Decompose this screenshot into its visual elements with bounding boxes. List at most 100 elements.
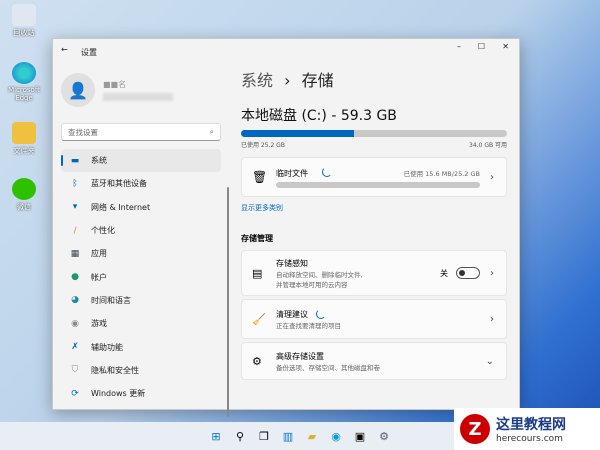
temp-files-card[interactable]: 🗑 临时文件 已使用 15.6 MB/25.2 GB › [241, 157, 507, 197]
broom-icon: 🧹 [252, 312, 266, 326]
wechat-icon [12, 178, 36, 200]
desktop-icon-wechat[interactable]: 微信 [4, 178, 44, 212]
advanced-storage-settings-card[interactable]: ⚙ 高级存储设置 备份选项、存储空间、其他磁盘和卷 ⌄ [241, 342, 507, 380]
nav-item-gaming[interactable]: ◉ 游戏 [61, 312, 221, 335]
watermark-logo: Z 这里教程网 herecours.com [454, 408, 600, 450]
file-explorer-icon[interactable]: ▰ [303, 427, 321, 445]
nav-item-network[interactable]: ▾ 网络 & Internet [61, 196, 221, 219]
storage-icon: ▤ [252, 266, 263, 280]
disk-title: 本地磁盘 (C:) - 59.3 GB [241, 108, 397, 124]
storage-sense-toggle[interactable] [456, 267, 480, 279]
shield-icon: ⛉ [71, 365, 79, 376]
nav-item-privacy[interactable]: ⛉ 隐私和安全性 [61, 359, 221, 382]
nav-item-accessibility[interactable]: ✗ 辅助功能 [61, 335, 221, 358]
nav-label: 帐户 [91, 272, 107, 282]
desktop-icon-edge[interactable]: Microsoft Edge [4, 62, 44, 102]
breadcrumb-system[interactable]: 系统 [241, 71, 273, 90]
folder-icon [12, 122, 36, 144]
title-bar: ← 设置 – ☐ ✕ [53, 39, 519, 61]
label: 文件夹 [13, 147, 35, 155]
nav-label: 网络 & Internet [91, 202, 151, 212]
close-button[interactable]: ✕ [502, 42, 509, 51]
widgets-icon[interactable]: ▥ [279, 427, 297, 445]
wifi-icon: ▾ [72, 202, 78, 213]
watermark-name: 这里教程网 [496, 417, 566, 433]
nav-label: 个性化 [91, 226, 115, 236]
gamepad-icon: ◉ [71, 318, 79, 329]
search-placeholder: 查找设置 [68, 127, 98, 137]
nav-label: 隐私和安全性 [91, 365, 139, 375]
user-profile[interactable]: 👤 ■■名 [61, 67, 221, 113]
disk-usage-bar [241, 130, 507, 137]
edge-icon [12, 62, 36, 84]
advanced-desc: 备份选项、存储空间、其他磁盘和卷 [276, 363, 380, 372]
nav-item-windows-update[interactable]: ⟳ Windows 更新 [61, 382, 221, 405]
temp-files-label: 临时文件 [276, 169, 308, 178]
desktop-icon-recycle-bin[interactable]: 回收站 [4, 4, 44, 38]
task-view-icon[interactable]: ❐ [255, 427, 273, 445]
label: 回收站 [13, 29, 35, 37]
sidebar: 👤 ■■名 查找设置 ⌕ ▬ 系统 ᛒ 蓝牙和其他设备 ▾ 网络 & Internet … [61, 67, 229, 417]
loading-spinner-icon [322, 167, 332, 177]
nav-label: 蓝牙和其他设备 [91, 179, 147, 189]
advanced-title: 高级存储设置 [276, 351, 324, 361]
nav-item-accounts[interactable]: ● 帐户 [61, 265, 221, 288]
store-icon[interactable]: ▣ [351, 427, 369, 445]
search-input[interactable]: 查找设置 ⌕ [61, 123, 221, 141]
nav-label: 应用 [91, 249, 107, 259]
nav-item-personalization[interactable]: / 个性化 [61, 219, 221, 242]
user-name: ■■名 [103, 80, 127, 89]
disk-usage-fill [241, 130, 355, 137]
nav-item-bluetooth[interactable]: ᛒ 蓝牙和其他设备 [61, 172, 221, 195]
search-icon[interactable]: ⚲ [231, 427, 249, 445]
storage-sense-desc-1: 自动释放空间、删除临时文件, [276, 270, 363, 279]
toggle-state-label: 关 [440, 268, 448, 278]
nav-item-time-language[interactable]: ◕ 时间和语言 [61, 289, 221, 312]
cleanup-desc: 正在查找要清理的项目 [276, 321, 341, 330]
nav-item-system[interactable]: ▬ 系统 [61, 149, 221, 173]
minimize-button[interactable]: – [457, 42, 461, 51]
breadcrumb: 系统 › 存储 [241, 67, 507, 97]
search-icon: ⌕ [209, 127, 214, 136]
storage-sense-card[interactable]: ▤ 存储感知 自动释放空间、删除临时文件, 并管理本地可用的云内容 关 › [241, 250, 507, 296]
cleanup-recommendations-card[interactable]: 🧹 清理建议 正在查找要清理的项目 › [241, 299, 507, 339]
accessibility-icon: ✗ [71, 342, 79, 353]
cleanup-title: 清理建议 [276, 309, 308, 319]
main-content: 系统 › 存储 本地磁盘 (C:) - 59.3 GB 已使用 25.2 GB 3… [241, 67, 507, 383]
nav-label: 时间和语言 [91, 295, 131, 305]
brush-icon: / [73, 225, 77, 236]
storage-sense-title: 存储感知 [276, 258, 308, 268]
disk-free: 34.0 GB 可用 [469, 142, 507, 149]
gear-icon: ⚙ [252, 354, 262, 368]
maximize-button[interactable]: ☐ [478, 42, 485, 51]
chevron-right-icon: › [490, 171, 494, 183]
temp-files-usage: 已使用 15.6 MB/25.2 GB [403, 170, 480, 178]
user-email-blurred [103, 93, 173, 101]
bluetooth-icon: ᛒ [72, 178, 78, 189]
monitor-icon: ▬ [70, 155, 80, 166]
show-more-categories-link[interactable]: 显示更多类别 [241, 203, 507, 213]
loading-spinner-icon [316, 309, 326, 319]
breadcrumb-separator: › [284, 71, 291, 90]
disk-used: 已使用 25.2 GB [241, 142, 285, 149]
desktop-icon-folder[interactable]: 文件夹 [4, 122, 44, 156]
settings-icon[interactable]: ⚙ [375, 427, 393, 445]
back-button[interactable]: ← [61, 45, 68, 54]
label: 微信 [17, 203, 31, 211]
settings-window: ← 设置 – ☐ ✕ 👤 ■■名 查找设置 ⌕ ▬ 系统 ᛒ 蓝牙和其他设备 ▾ 网络 … [52, 38, 520, 417]
person-icon: ● [71, 272, 79, 283]
avatar: 👤 [61, 73, 95, 107]
trash-icon: 🗑 [252, 170, 268, 184]
label: Microsoft Edge [8, 86, 40, 102]
nav-label: 系统 [91, 156, 107, 166]
recycle-bin-icon [12, 4, 36, 26]
chevron-right-icon: › [490, 267, 494, 279]
nav-item-apps[interactable]: ▦ 应用 [61, 242, 221, 265]
nav-label: 游戏 [91, 319, 107, 329]
sidebar-scrollbar[interactable] [227, 187, 229, 417]
watermark-url: herecours.com [496, 434, 563, 444]
globe-icon: ◕ [71, 295, 79, 306]
start-icon[interactable]: ⊞ [207, 427, 225, 445]
breadcrumb-current: 存储 [301, 71, 334, 90]
edge-icon[interactable]: ◉ [327, 427, 345, 445]
